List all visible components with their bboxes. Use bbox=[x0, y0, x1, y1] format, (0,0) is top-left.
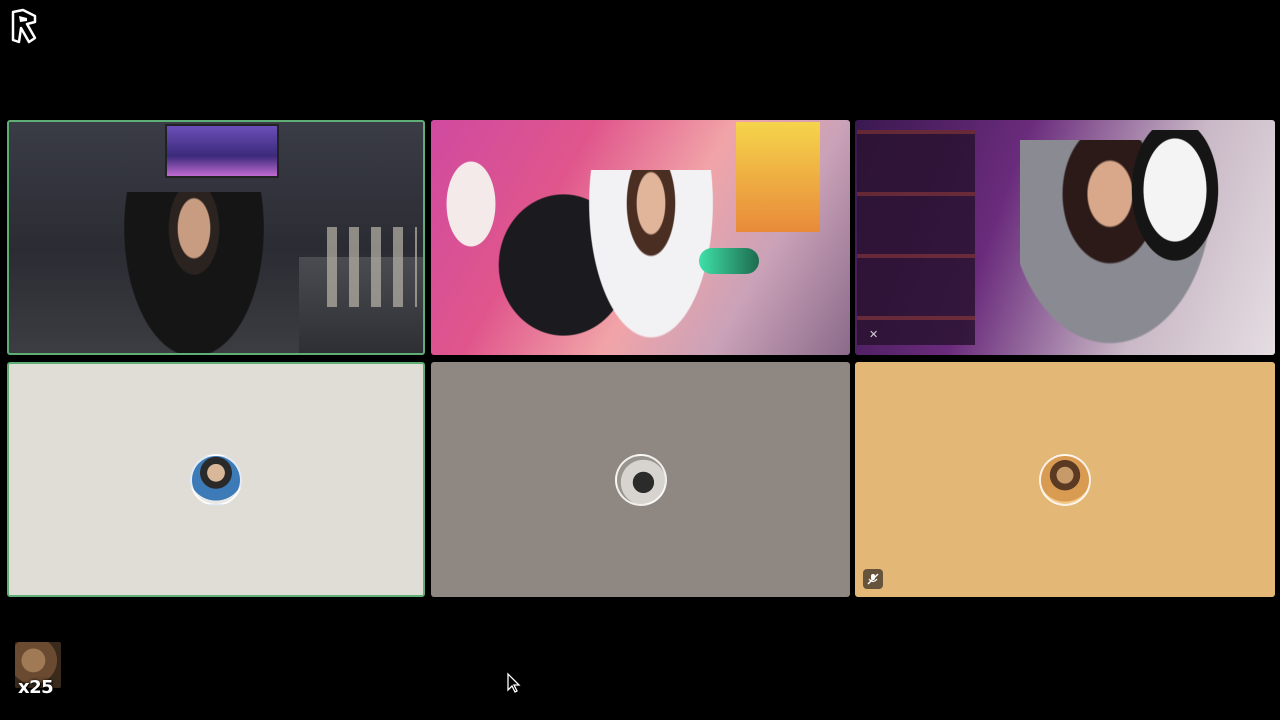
participant-camera-off-tile[interactable] bbox=[855, 362, 1275, 597]
participant-video-tile[interactable] bbox=[431, 120, 850, 355]
video-frame-shelf bbox=[857, 130, 975, 345]
participant-camera-off-tile[interactable] bbox=[7, 362, 425, 597]
participant-camera-off-tile[interactable] bbox=[431, 362, 850, 597]
mouse-cursor-icon bbox=[506, 672, 522, 694]
app-logo-icon[interactable] bbox=[9, 8, 39, 44]
participant-video-tile[interactable]: ✕ bbox=[855, 120, 1275, 355]
video-frame-poster bbox=[736, 122, 820, 232]
video-frame-bottles bbox=[327, 227, 417, 307]
participant-avatar bbox=[1039, 453, 1091, 506]
participant-grid: ✕ bbox=[7, 120, 1275, 597]
video-frame-person bbox=[124, 192, 264, 353]
participant-video-tile[interactable] bbox=[7, 120, 425, 355]
muted-mic-icon bbox=[863, 569, 883, 589]
video-frame-monitor bbox=[165, 124, 279, 178]
viewer-count-label: x25 bbox=[18, 677, 54, 698]
muted-mic-icon: ✕ bbox=[869, 329, 879, 341]
video-frame-chair bbox=[1120, 130, 1230, 280]
viewer-counter[interactable]: x25 bbox=[15, 642, 61, 698]
participant-avatar bbox=[614, 453, 667, 506]
participant-avatar bbox=[190, 453, 242, 506]
video-frame-microphone bbox=[699, 248, 759, 274]
